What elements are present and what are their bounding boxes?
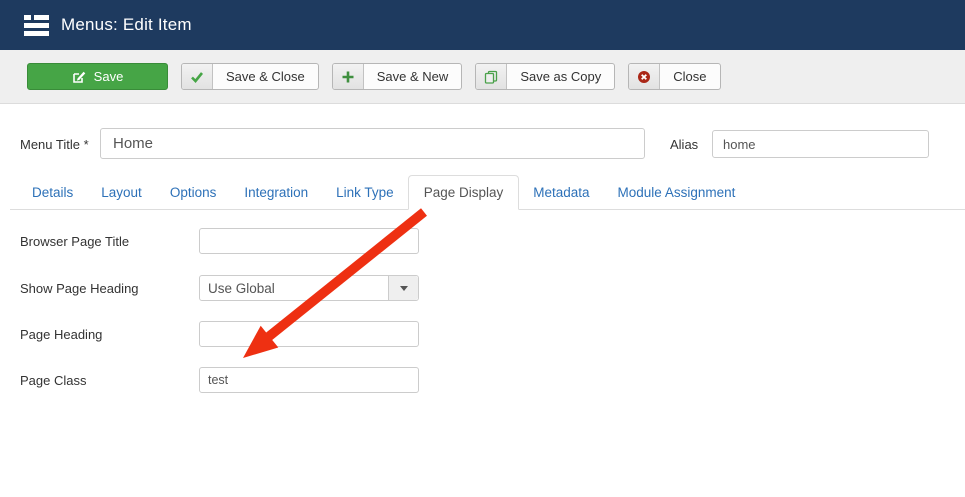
show-page-heading-label: Show Page Heading	[20, 281, 139, 296]
save-new-button-label: Save & New	[376, 69, 449, 84]
check-icon	[182, 64, 213, 89]
page-class-label: Page Class	[20, 373, 87, 388]
menus-list-icon	[24, 14, 49, 36]
toolbar: Save Save & Close Save & New Save as Cop…	[0, 50, 965, 104]
save-as-copy-button-label: Save as Copy	[520, 69, 602, 84]
tab-integration[interactable]: Integration	[230, 176, 322, 209]
menu-title-input[interactable]	[100, 128, 645, 159]
save-as-copy-button[interactable]: Save as Copy	[475, 63, 616, 90]
tab-metadata[interactable]: Metadata	[519, 176, 603, 209]
close-button-label: Close	[673, 69, 707, 84]
plus-icon	[332, 64, 364, 89]
tab-link-type[interactable]: Link Type	[322, 176, 408, 209]
page-heading-input[interactable]	[199, 321, 419, 347]
menus-edit-item-page: Menus: Edit Item Save Save & Close Save …	[0, 0, 965, 497]
save-button-label: Save	[93, 69, 124, 84]
show-page-heading-selected-value: Use Global	[208, 280, 275, 296]
save-button[interactable]: Save	[27, 63, 168, 90]
save-new-button[interactable]: Save & New	[331, 63, 463, 90]
save-close-button-label: Save & Close	[226, 69, 305, 84]
tab-details[interactable]: Details	[18, 176, 87, 209]
edit-icon	[72, 71, 85, 83]
close-button[interactable]: Close	[628, 63, 721, 90]
browser-page-title-label: Browser Page Title	[20, 234, 130, 249]
close-circle-icon	[629, 64, 661, 89]
tab-module-assignment[interactable]: Module Assignment	[604, 176, 750, 209]
alias-input[interactable]	[712, 130, 929, 158]
tab-page-display[interactable]: Page Display	[407, 175, 520, 210]
tab-bar: Details Layout Options Integration Link …	[10, 175, 965, 210]
chevron-down-icon	[399, 285, 408, 291]
app-header: Menus: Edit Item	[0, 0, 965, 50]
menu-title-label: Menu Title *	[20, 137, 89, 152]
tab-layout[interactable]: Layout	[87, 176, 156, 209]
page-title: Menus: Edit Item	[61, 15, 192, 34]
copy-icon	[476, 64, 508, 89]
page-heading-label: Page Heading	[20, 327, 103, 342]
page-class-input[interactable]	[199, 367, 419, 393]
select-caret-button[interactable]	[388, 276, 418, 300]
show-page-heading-select[interactable]: Use Global	[199, 275, 419, 301]
alias-label: Alias	[670, 137, 699, 152]
browser-page-title-input[interactable]	[199, 228, 419, 254]
tab-options[interactable]: Options	[156, 176, 231, 209]
save-close-button[interactable]: Save & Close	[181, 63, 319, 90]
